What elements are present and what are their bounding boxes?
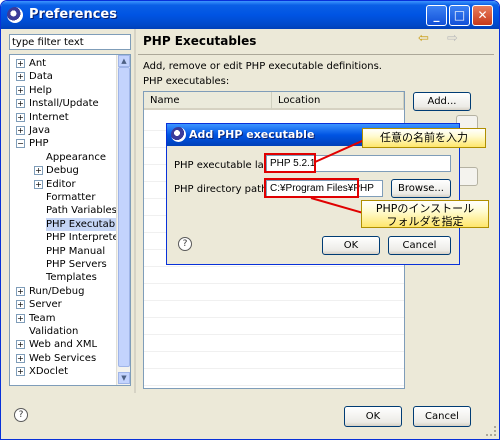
tree-item-label: XDoclet: [29, 366, 69, 378]
tree-item-label: Debug: [46, 165, 79, 177]
expand-icon[interactable]: +: [16, 300, 25, 310]
pane-divider[interactable]: [134, 29, 136, 393]
path-hint-callout: PHPのインストール フォルダを指定: [361, 200, 489, 228]
expand-icon[interactable]: +: [16, 367, 25, 377]
tree-item-label: Help: [29, 84, 52, 96]
directory-path-caption: PHP directory path:: [174, 184, 271, 195]
tree-item-label: Java: [29, 125, 51, 136]
title-separator: [138, 54, 494, 55]
tree-item-label: PHP Manual: [46, 245, 106, 257]
table-row: [144, 385, 404, 386]
tree-item-label: Team: [29, 312, 56, 324]
table-row: [144, 300, 404, 301]
minimize-button[interactable]: _: [426, 5, 447, 26]
table-row: [144, 317, 404, 318]
name-hint-callout: 任意の名前を入力: [362, 128, 486, 148]
expand-icon[interactable]: +: [16, 112, 25, 122]
scroll-thumb[interactable]: [118, 67, 130, 367]
tree-item-label: Web and XML: [29, 339, 98, 351]
tree-item-label: Templates: [46, 272, 97, 284]
tree-item-label: Appearance: [46, 151, 107, 163]
path-hint-line2: フォルダを指定: [386, 215, 464, 228]
path-input-highlight: [264, 178, 359, 198]
close-button[interactable]: ✕: [472, 5, 493, 26]
expand-icon[interactable]: +: [16, 353, 25, 363]
tree-item-label: Run/Debug: [29, 285, 85, 297]
expand-icon[interactable]: +: [16, 72, 25, 82]
table-row: [144, 351, 404, 352]
add-button[interactable]: Add...: [413, 92, 471, 111]
table-row: [144, 283, 404, 284]
column-header-name[interactable]: Name: [144, 92, 272, 110]
scroll-up-icon[interactable]: ▲: [118, 55, 130, 67]
tree-item-label: Validation: [29, 326, 79, 337]
tree-item-label: PHP: [29, 138, 49, 150]
expand-icon[interactable]: +: [34, 179, 43, 189]
resize-grip[interactable]: [486, 426, 496, 436]
tree-item-label: Web Services: [29, 352, 97, 364]
table-row: [144, 368, 404, 369]
tree-scrollbar[interactable]: ▲ ▼: [116, 55, 130, 385]
ok-button[interactable]: OK: [344, 406, 402, 427]
expand-icon[interactable]: +: [34, 166, 43, 176]
table-row: [144, 334, 404, 335]
dialog-title: Add PHP executable: [189, 128, 315, 141]
tree-item-label: Data: [29, 71, 53, 83]
forward-arrow-icon[interactable]: ⇨: [447, 31, 458, 46]
tree-item-label: Internet: [29, 111, 69, 123]
column-header-location[interactable]: Location: [272, 92, 404, 110]
expand-icon[interactable]: +: [16, 99, 25, 109]
filter-input[interactable]: [9, 34, 131, 50]
tree-item-label: Server: [29, 299, 62, 311]
path-hint-line1: PHPのインストール: [375, 202, 475, 215]
maximize-button[interactable]: □: [449, 5, 470, 26]
page-description: Add, remove or edit PHP executable defin…: [143, 61, 382, 72]
dialog-help-icon[interactable]: ?: [178, 237, 192, 251]
tree-item-label: Ant: [29, 58, 47, 69]
collapse-icon[interactable]: −: [16, 139, 25, 149]
executables-label: PHP executables:: [143, 76, 230, 87]
scroll-down-icon[interactable]: ▼: [118, 372, 130, 384]
name-input-highlight: [264, 153, 316, 173]
title-bar[interactable]: Preferences _ □ ✕: [1, 1, 499, 29]
tree-item-label: PHP Servers: [46, 259, 107, 270]
page-title: PHP Executables: [143, 34, 257, 48]
expand-icon[interactable]: +: [16, 340, 25, 350]
expand-icon[interactable]: +: [16, 126, 25, 135]
window-title: Preferences: [29, 7, 117, 22]
tree-item-label: Path Variables: [46, 205, 117, 217]
expand-icon[interactable]: +: [16, 286, 25, 296]
name-hint-text: 任意の名前を入力: [380, 131, 468, 144]
tree-item-label: Editor: [46, 178, 76, 190]
browse-button[interactable]: Browse...: [391, 179, 451, 198]
cancel-button[interactable]: Cancel: [413, 406, 471, 427]
help-icon[interactable]: ?: [14, 408, 28, 422]
back-arrow-icon[interactable]: ⇦: [418, 31, 429, 46]
preferences-window: Preferences _ □ ✕ + Ant + Data + Help + Install…: [0, 0, 500, 440]
eclipse-icon: [7, 7, 23, 23]
expand-icon[interactable]: +: [16, 59, 25, 68]
tree-item-label: Install/Update: [29, 98, 99, 110]
dialog-cancel-button[interactable]: Cancel: [388, 236, 451, 255]
expand-icon[interactable]: +: [16, 313, 25, 323]
eclipse-icon: [171, 127, 186, 142]
dialog-ok-button[interactable]: OK: [322, 236, 380, 255]
tree-item-label: Formatter: [46, 192, 96, 203]
expand-icon[interactable]: +: [16, 85, 25, 95]
tree-item-label: PHP Interpreter: [46, 232, 123, 244]
preference-tree: + Ant + Data + Help + Install/Update + Internet + J…: [9, 54, 131, 386]
table-row: [144, 266, 404, 267]
